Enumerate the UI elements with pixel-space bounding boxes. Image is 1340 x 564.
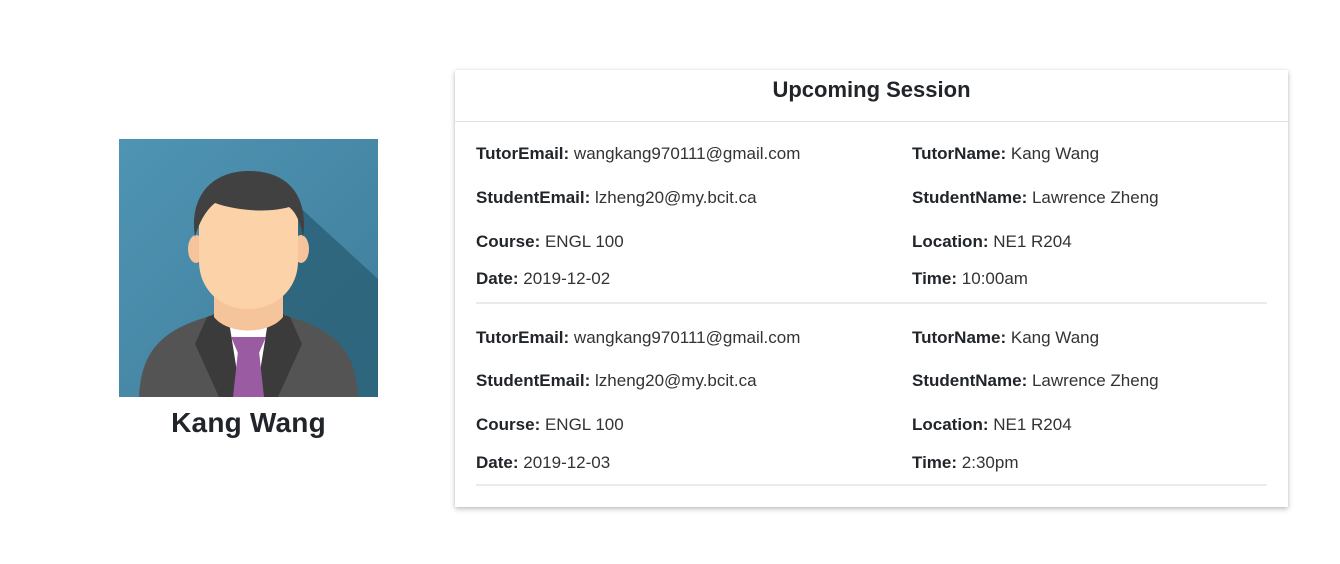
date-label: Date: [476, 269, 519, 288]
profile-panel: Kang Wang [119, 139, 378, 439]
time-label: Time: [912, 453, 958, 472]
profile-name: Kang Wang [171, 407, 326, 438]
student-email-field: StudentEmail: lzheng20@my.bcit.ca [476, 188, 757, 208]
time-value: 10:00am [961, 269, 1028, 288]
student-name-value: Lawrence Zheng [1031, 371, 1159, 390]
student-email-label: StudentEmail: [476, 188, 591, 207]
tutor-email-field: TutorEmail: wangkang970111@gmail.com [476, 144, 800, 164]
course-value: ENGL 100 [544, 232, 624, 251]
tutor-email-label: TutorEmail: [476, 328, 570, 347]
date-label: Date: [476, 453, 519, 472]
session-item: TutorEmail: wangkang970111@gmail.com Tut… [476, 122, 1267, 304]
time-value: 2:30pm [961, 453, 1019, 472]
student-name-field: StudentName: Lawrence Zheng [912, 188, 1159, 208]
tutor-name-label: TutorName: [912, 328, 1007, 347]
card-title: Upcoming Session [772, 77, 971, 102]
location-field: Location: NE1 R204 [912, 415, 1072, 435]
date-field: Date: 2019-12-03 [476, 453, 610, 473]
time-field: Time: 10:00am [912, 269, 1028, 289]
person-avatar-icon [119, 139, 378, 397]
location-value: NE1 R204 [993, 232, 1072, 251]
tutor-email-field: TutorEmail: wangkang970111@gmail.com [476, 328, 800, 348]
student-email-label: StudentEmail: [476, 371, 591, 390]
location-value: NE1 R204 [993, 415, 1072, 434]
student-email-value: lzheng20@my.bcit.ca [595, 188, 757, 207]
student-name-label: StudentName: [912, 371, 1028, 390]
student-name-label: StudentName: [912, 188, 1028, 207]
tutor-email-value: wangkang970111@gmail.com [573, 144, 801, 163]
location-field: Location: NE1 R204 [912, 232, 1072, 252]
date-value: 2019-12-03 [523, 453, 611, 472]
time-label: Time: [912, 269, 958, 288]
course-value: ENGL 100 [544, 415, 624, 434]
date-field: Date: 2019-12-02 [476, 269, 610, 289]
course-label: Course: [476, 232, 541, 251]
tutor-email-label: TutorEmail: [476, 144, 570, 163]
student-email-value: lzheng20@my.bcit.ca [595, 371, 757, 390]
tutor-name-field: TutorName: Kang Wang [912, 144, 1099, 164]
upcoming-session-card: Upcoming Session TutorEmail: wangkang970… [455, 70, 1288, 507]
course-field: Course: ENGL 100 [476, 232, 624, 252]
student-name-value: Lawrence Zheng [1031, 188, 1159, 207]
card-header: Upcoming Session [455, 70, 1288, 122]
tutor-name-label: TutorName: [912, 144, 1007, 163]
time-field: Time: 2:30pm [912, 453, 1018, 473]
date-value: 2019-12-02 [523, 269, 611, 288]
session-item: TutorEmail: wangkang970111@gmail.com Tut… [476, 304, 1267, 486]
location-label: Location: [912, 415, 989, 434]
session-list: TutorEmail: wangkang970111@gmail.com Tut… [455, 122, 1288, 486]
student-email-field: StudentEmail: lzheng20@my.bcit.ca [476, 371, 757, 391]
tutor-name-value: Kang Wang [1010, 144, 1100, 163]
course-field: Course: ENGL 100 [476, 415, 624, 435]
tutor-name-value: Kang Wang [1010, 328, 1100, 347]
location-label: Location: [912, 232, 989, 251]
course-label: Course: [476, 415, 541, 434]
tutor-email-value: wangkang970111@gmail.com [573, 328, 801, 347]
student-name-field: StudentName: Lawrence Zheng [912, 371, 1159, 391]
tutor-name-field: TutorName: Kang Wang [912, 328, 1099, 348]
